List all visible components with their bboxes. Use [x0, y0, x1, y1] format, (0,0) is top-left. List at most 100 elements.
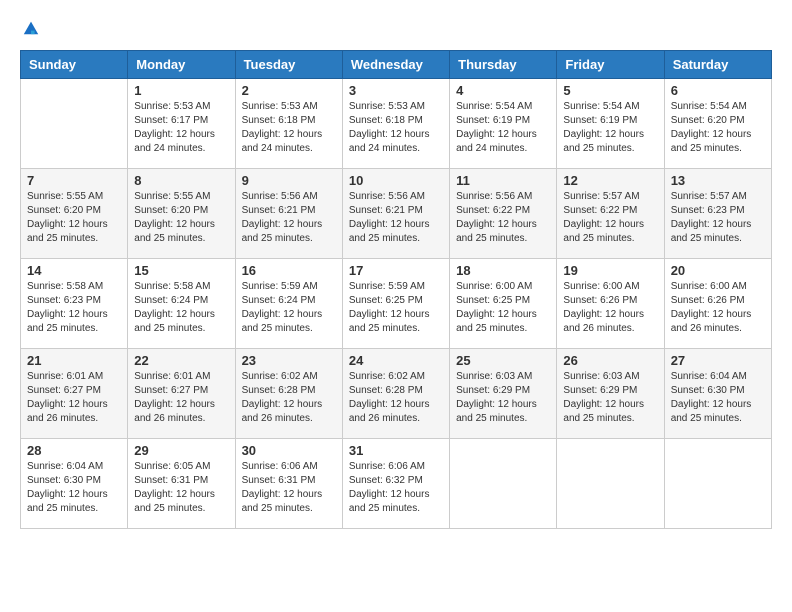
- calendar-cell: 2 Sunrise: 5:53 AM Sunset: 6:18 PM Daylig…: [235, 79, 342, 169]
- day-number: 7: [27, 173, 121, 188]
- day-number: 26: [563, 353, 657, 368]
- day-info: Sunrise: 6:06 AM Sunset: 6:32 PM Dayligh…: [349, 460, 443, 516]
- day-info: Sunrise: 5:54 AM Sunset: 6:20 PM Dayligh…: [671, 100, 765, 156]
- calendar-cell: 25 Sunrise: 6:03 AM Sunset: 6:29 PM Dayli…: [450, 349, 557, 439]
- day-info: Sunrise: 5:57 AM Sunset: 6:23 PM Dayligh…: [671, 190, 765, 246]
- day-info: Sunrise: 5:58 AM Sunset: 6:24 PM Dayligh…: [134, 280, 228, 336]
- calendar-cell: 15 Sunrise: 5:58 AM Sunset: 6:24 PM Dayli…: [128, 259, 235, 349]
- calendar-cell: [557, 439, 664, 529]
- calendar-cell: 5 Sunrise: 5:54 AM Sunset: 6:19 PM Daylig…: [557, 79, 664, 169]
- day-number: 8: [134, 173, 228, 188]
- day-info: Sunrise: 6:01 AM Sunset: 6:27 PM Dayligh…: [27, 370, 121, 426]
- calendar-cell: 23 Sunrise: 6:02 AM Sunset: 6:28 PM Dayli…: [235, 349, 342, 439]
- day-number: 29: [134, 443, 228, 458]
- day-info: Sunrise: 6:02 AM Sunset: 6:28 PM Dayligh…: [242, 370, 336, 426]
- day-info: Sunrise: 5:55 AM Sunset: 6:20 PM Dayligh…: [27, 190, 121, 246]
- calendar-cell: 31 Sunrise: 6:06 AM Sunset: 6:32 PM Dayli…: [342, 439, 449, 529]
- day-info: Sunrise: 6:05 AM Sunset: 6:31 PM Dayligh…: [134, 460, 228, 516]
- day-info: Sunrise: 5:53 AM Sunset: 6:18 PM Dayligh…: [242, 100, 336, 156]
- calendar-cell: 29 Sunrise: 6:05 AM Sunset: 6:31 PM Dayli…: [128, 439, 235, 529]
- day-number: 5: [563, 83, 657, 98]
- day-info: Sunrise: 5:53 AM Sunset: 6:17 PM Dayligh…: [134, 100, 228, 156]
- day-info: Sunrise: 6:03 AM Sunset: 6:29 PM Dayligh…: [456, 370, 550, 426]
- column-header-wednesday: Wednesday: [342, 51, 449, 79]
- day-info: Sunrise: 5:54 AM Sunset: 6:19 PM Dayligh…: [456, 100, 550, 156]
- day-number: 21: [27, 353, 121, 368]
- calendar-cell: 10 Sunrise: 5:56 AM Sunset: 6:21 PM Dayli…: [342, 169, 449, 259]
- day-info: Sunrise: 6:04 AM Sunset: 6:30 PM Dayligh…: [27, 460, 121, 516]
- column-header-saturday: Saturday: [664, 51, 771, 79]
- calendar-cell: 30Sunrise: 6:06 AM Sunset: 6:31 PM Dayli…: [235, 439, 342, 529]
- day-number: 17: [349, 263, 443, 278]
- calendar-cell: 27 Sunrise: 6:04 AM Sunset: 6:30 PM Dayli…: [664, 349, 771, 439]
- calendar-cell: 7 Sunrise: 5:55 AM Sunset: 6:20 PM Daylig…: [21, 169, 128, 259]
- day-number: 23: [242, 353, 336, 368]
- day-info: Sunrise: 6:01 AM Sunset: 6:27 PM Dayligh…: [134, 370, 228, 426]
- calendar-cell: 19 Sunrise: 6:00 AM Sunset: 6:26 PM Dayli…: [557, 259, 664, 349]
- day-info: Sunrise: 6:00 AM Sunset: 6:26 PM Dayligh…: [563, 280, 657, 336]
- calendar-cell: [21, 79, 128, 169]
- day-number: 13: [671, 173, 765, 188]
- day-info: Sunrise: 5:57 AM Sunset: 6:22 PM Dayligh…: [563, 190, 657, 246]
- day-number: 4: [456, 83, 550, 98]
- day-number: 31: [349, 443, 443, 458]
- day-number: 10: [349, 173, 443, 188]
- calendar-week-row: 21 Sunrise: 6:01 AM Sunset: 6:27 PM Dayli…: [21, 349, 772, 439]
- calendar-week-row: 14 Sunrise: 5:58 AM Sunset: 6:23 PM Dayli…: [21, 259, 772, 349]
- day-info: Sunrise: 5:56 AM Sunset: 6:21 PM Dayligh…: [242, 190, 336, 246]
- day-number: 1: [134, 83, 228, 98]
- column-header-thursday: Thursday: [450, 51, 557, 79]
- day-number: 16: [242, 263, 336, 278]
- column-header-tuesday: Tuesday: [235, 51, 342, 79]
- day-number: 18: [456, 263, 550, 278]
- calendar-cell: 16 Sunrise: 5:59 AM Sunset: 6:24 PM Dayli…: [235, 259, 342, 349]
- calendar-cell: 24 Sunrise: 6:02 AM Sunset: 6:28 PM Dayli…: [342, 349, 449, 439]
- calendar-cell: 12Sunrise: 5:57 AM Sunset: 6:22 PM Dayli…: [557, 169, 664, 259]
- calendar-cell: 1 Sunrise: 5:53 AM Sunset: 6:17 PM Daylig…: [128, 79, 235, 169]
- calendar-cell: 18 Sunrise: 6:00 AM Sunset: 6:25 PM Dayli…: [450, 259, 557, 349]
- logo: [20, 20, 40, 34]
- day-number: 14: [27, 263, 121, 278]
- calendar-cell: [664, 439, 771, 529]
- day-info: Sunrise: 5:56 AM Sunset: 6:21 PM Dayligh…: [349, 190, 443, 246]
- page-header: [20, 20, 772, 34]
- calendar-cell: 8 Sunrise: 5:55 AM Sunset: 6:20 PM Daylig…: [128, 169, 235, 259]
- day-info: Sunrise: 6:00 AM Sunset: 6:26 PM Dayligh…: [671, 280, 765, 336]
- day-number: 20: [671, 263, 765, 278]
- column-header-sunday: Sunday: [21, 51, 128, 79]
- calendar-week-row: 28 Sunrise: 6:04 AM Sunset: 6:30 PM Dayli…: [21, 439, 772, 529]
- calendar-cell: [450, 439, 557, 529]
- day-info: Sunrise: 6:04 AM Sunset: 6:30 PM Dayligh…: [671, 370, 765, 426]
- day-number: 15: [134, 263, 228, 278]
- day-info: Sunrise: 5:58 AM Sunset: 6:23 PM Dayligh…: [27, 280, 121, 336]
- day-info: Sunrise: 5:54 AM Sunset: 6:19 PM Dayligh…: [563, 100, 657, 156]
- calendar-week-row: 1 Sunrise: 5:53 AM Sunset: 6:17 PM Daylig…: [21, 79, 772, 169]
- day-info: Sunrise: 5:59 AM Sunset: 6:25 PM Dayligh…: [349, 280, 443, 336]
- calendar-cell: 11Sunrise: 5:56 AM Sunset: 6:22 PM Dayli…: [450, 169, 557, 259]
- calendar-cell: 28 Sunrise: 6:04 AM Sunset: 6:30 PM Dayli…: [21, 439, 128, 529]
- calendar-cell: 20 Sunrise: 6:00 AM Sunset: 6:26 PM Dayli…: [664, 259, 771, 349]
- day-info: Sunrise: 6:02 AM Sunset: 6:28 PM Dayligh…: [349, 370, 443, 426]
- day-info: Sunrise: 6:06 AM Sunset: 6:31 PM Dayligh…: [242, 460, 336, 516]
- calendar-cell: 21 Sunrise: 6:01 AM Sunset: 6:27 PM Dayli…: [21, 349, 128, 439]
- day-number: 28: [27, 443, 121, 458]
- calendar-cell: 22Sunrise: 6:01 AM Sunset: 6:27 PM Dayli…: [128, 349, 235, 439]
- day-info: Sunrise: 5:53 AM Sunset: 6:18 PM Dayligh…: [349, 100, 443, 156]
- day-number: 19: [563, 263, 657, 278]
- day-info: Sunrise: 5:59 AM Sunset: 6:24 PM Dayligh…: [242, 280, 336, 336]
- day-number: 2: [242, 83, 336, 98]
- column-header-monday: Monday: [128, 51, 235, 79]
- calendar-table: SundayMondayTuesdayWednesdayThursdayFrid…: [20, 50, 772, 529]
- day-number: 9: [242, 173, 336, 188]
- day-number: 11: [456, 173, 550, 188]
- day-number: 24: [349, 353, 443, 368]
- day-number: 25: [456, 353, 550, 368]
- calendar-header-row: SundayMondayTuesdayWednesdayThursdayFrid…: [21, 51, 772, 79]
- day-info: Sunrise: 5:55 AM Sunset: 6:20 PM Dayligh…: [134, 190, 228, 246]
- calendar-cell: 9 Sunrise: 5:56 AM Sunset: 6:21 PM Daylig…: [235, 169, 342, 259]
- day-number: 27: [671, 353, 765, 368]
- day-number: 6: [671, 83, 765, 98]
- column-header-friday: Friday: [557, 51, 664, 79]
- day-info: Sunrise: 6:00 AM Sunset: 6:25 PM Dayligh…: [456, 280, 550, 336]
- logo-icon: [22, 18, 40, 36]
